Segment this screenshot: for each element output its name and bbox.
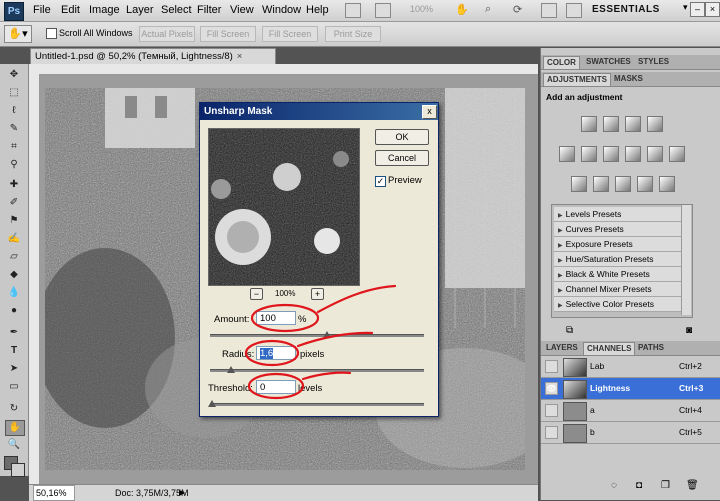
amount-highlight-circle xyxy=(250,303,320,333)
threshold-arrow xyxy=(301,371,352,381)
red-annotation-overlay xyxy=(244,284,397,400)
threshold-highlight-circle xyxy=(247,372,305,400)
radius-arrow xyxy=(296,331,374,348)
amount-arrow xyxy=(316,284,397,314)
radius-highlight-circle xyxy=(244,339,300,367)
